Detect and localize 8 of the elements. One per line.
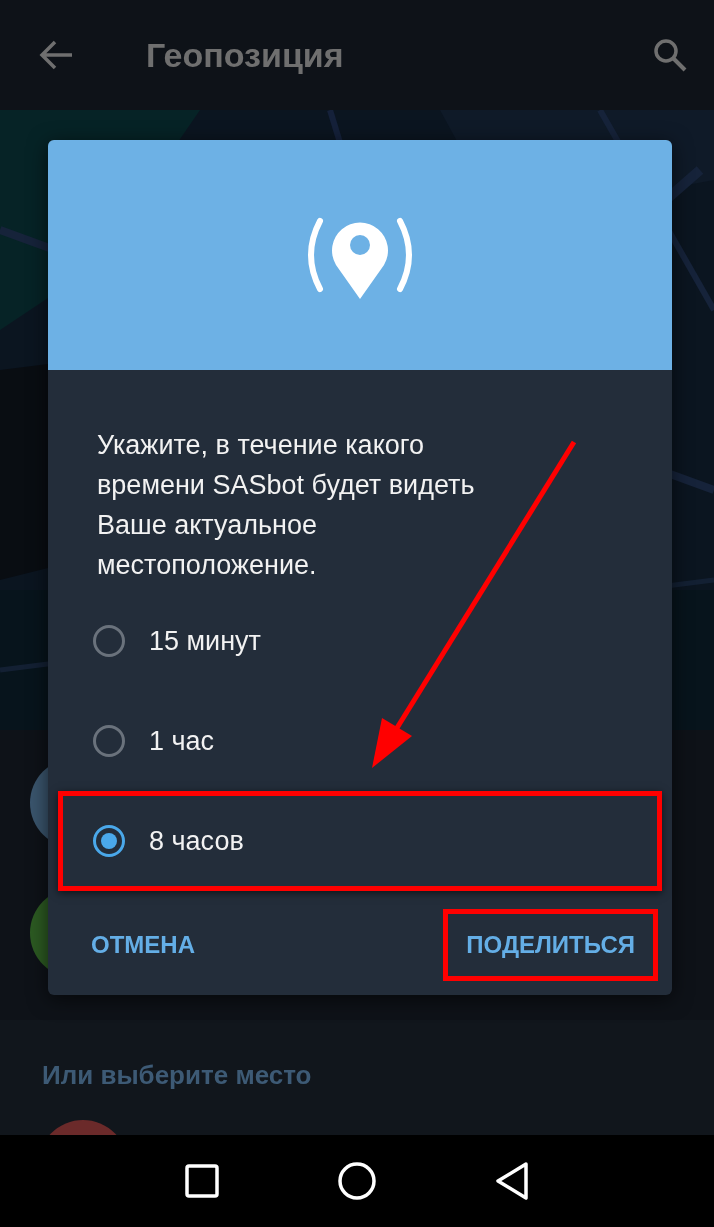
radio-option[interactable]: 1 час: [58, 691, 662, 791]
radio-option[interactable]: 8 часов: [58, 791, 662, 891]
cancel-button[interactable]: ОТМЕНА: [68, 909, 218, 981]
share-button[interactable]: ПОДЕЛИТЬСЯ: [443, 909, 658, 981]
dialog-message: Укажите, в течение какого времени SASbot будет видеть Ваше актуальное местоположение.: [97, 429, 476, 582]
radio-option[interactable]: 15 минут: [58, 591, 662, 691]
section-header: Или выберите место: [42, 1060, 312, 1090]
screen-title: Геопозиция: [146, 35, 345, 75]
